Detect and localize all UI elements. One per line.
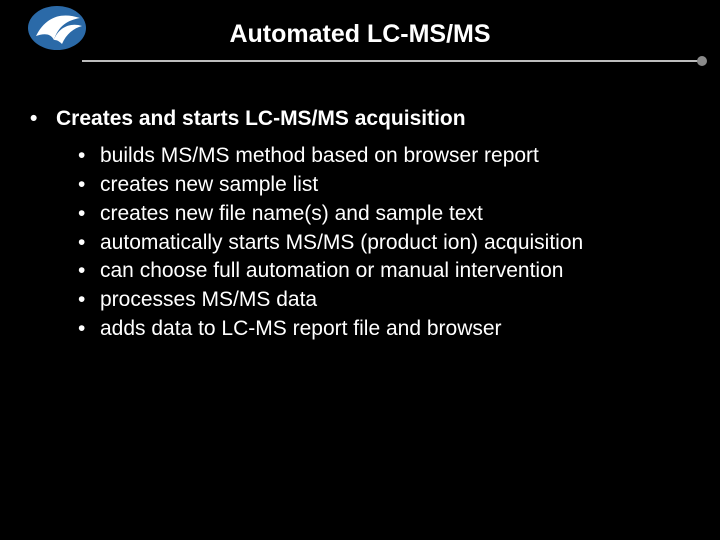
- bullet-icon: •: [78, 172, 100, 199]
- bullet-icon: •: [78, 316, 100, 343]
- bullet-icon: •: [78, 201, 100, 228]
- sub-bullet-text: creates new file name(s) and sample text: [100, 201, 483, 228]
- slide-title: Automated LC-MS/MS: [0, 20, 720, 49]
- list-item: • adds data to LC-MS report file and bro…: [78, 316, 690, 343]
- list-item: • can choose full automation or manual i…: [78, 258, 690, 285]
- bullet-icon: •: [78, 287, 100, 314]
- list-item: • creates new file name(s) and sample te…: [78, 201, 690, 228]
- top-bullet-item: • Creates and starts LC-MS/MS acquisitio…: [30, 106, 690, 133]
- header-rule: [82, 60, 700, 62]
- header-rule-dot-icon: [697, 56, 707, 66]
- sub-bullet-text: builds MS/MS method based on browser rep…: [100, 143, 539, 170]
- bullet-icon: •: [78, 143, 100, 170]
- sub-bullet-list: • builds MS/MS method based on browser r…: [78, 143, 690, 343]
- top-bullet-text: Creates and starts LC-MS/MS acquisition: [56, 106, 466, 133]
- bullet-icon: •: [78, 258, 100, 285]
- slide-header: Automated LC-MS/MS: [0, 0, 720, 78]
- list-item: • builds MS/MS method based on browser r…: [78, 143, 690, 170]
- sub-bullet-text: processes MS/MS data: [100, 287, 317, 314]
- list-item: • creates new sample list: [78, 172, 690, 199]
- bullet-icon: •: [30, 106, 56, 133]
- sub-bullet-text: creates new sample list: [100, 172, 318, 199]
- list-item: • processes MS/MS data: [78, 287, 690, 314]
- sub-bullet-text: adds data to LC-MS report file and brows…: [100, 316, 502, 343]
- sub-bullet-text: automatically starts MS/MS (product ion)…: [100, 230, 583, 257]
- list-item: • automatically starts MS/MS (product io…: [78, 230, 690, 257]
- bullet-icon: •: [78, 230, 100, 257]
- sub-bullet-text: can choose full automation or manual int…: [100, 258, 563, 285]
- slide-body: • Creates and starts LC-MS/MS acquisitio…: [0, 78, 720, 343]
